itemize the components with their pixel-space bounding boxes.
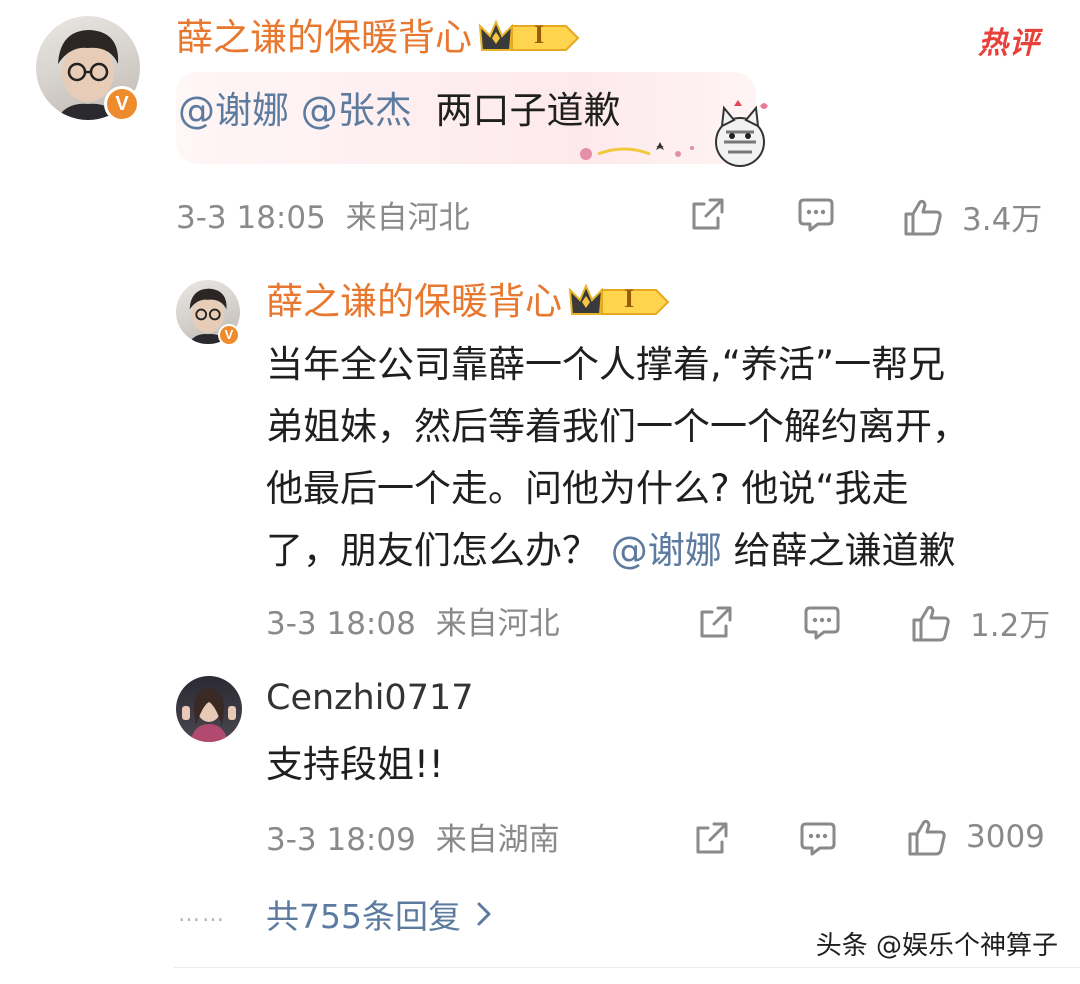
- avatar[interactable]: V: [176, 280, 240, 346]
- like-count: 1.2万: [970, 608, 1051, 644]
- reply-line: 弟姐妹，然后等着我们一个一个解约离开，: [266, 405, 969, 448]
- comment-time: 3-3 18:05: [176, 200, 326, 236]
- comment-button[interactable]: [798, 818, 838, 858]
- reply-line: 他最后一个走。问他为什么? 他说“我走: [266, 467, 909, 510]
- comment-location: 来自河北: [345, 200, 470, 236]
- thumbs-up-icon: [912, 605, 950, 641]
- fan-level-crown-icon: I: [564, 280, 672, 324]
- reply-text: 当年全公司靠薛一个人撑着,“养活”一帮兄 弟姐妹，然后等着我们一个一个解约离开，…: [266, 334, 1056, 582]
- divider: [174, 967, 1080, 968]
- comment-button[interactable]: [796, 194, 836, 234]
- comment-icon: [800, 822, 836, 856]
- reply-line-prefix: 了，朋友们怎么办？: [266, 529, 611, 572]
- like-button[interactable]: 3009: [906, 816, 1045, 858]
- username[interactable]: 薛之谦的保暖背心: [176, 16, 472, 60]
- share-button[interactable]: [692, 818, 732, 858]
- fan-level-text: I: [534, 20, 545, 49]
- reply-line: 了，朋友们怎么办？ @谢娜 给薛之谦道歉: [266, 520, 1056, 582]
- comment-icon: [798, 198, 834, 232]
- reply-meta: 3-3 18:08 来自河北: [266, 604, 560, 644]
- mention-link[interactable]: @谢娜: [178, 89, 289, 132]
- thumbs-up-icon: [904, 199, 942, 235]
- share-icon: [700, 606, 732, 638]
- view-all-replies-link[interactable]: 共755条回复: [266, 890, 493, 938]
- chevron-right-icon: [477, 902, 491, 926]
- share-button[interactable]: [696, 602, 736, 642]
- share-icon: [696, 822, 728, 854]
- more-dots: ……: [178, 902, 226, 927]
- comment-button[interactable]: [802, 602, 842, 642]
- like-button[interactable]: 3.4万: [902, 194, 1042, 239]
- verified-badge-icon: V: [104, 86, 140, 122]
- verified-badge-icon: V: [218, 324, 240, 346]
- share-button[interactable]: [688, 194, 728, 234]
- thumbs-up-icon: [908, 819, 946, 856]
- hot-comment-label: 热评: [978, 26, 1040, 61]
- reply-time: 3-3 18:08: [266, 606, 416, 642]
- share-icon: [692, 198, 724, 230]
- comment-meta: 3-3 18:05 来自河北: [176, 198, 470, 238]
- like-button[interactable]: 1.2万: [910, 600, 1050, 645]
- avatar[interactable]: [176, 676, 242, 742]
- comment-text: @谢娜 @张杰 两口子道歉: [178, 80, 621, 142]
- watermark: 头条 @娱乐个神算子: [815, 931, 1058, 961]
- mention-link[interactable]: @谢娜: [611, 529, 722, 572]
- cat-sticker-icon: [574, 92, 774, 172]
- reply-meta: 3-3 18:09 来自湖南: [266, 820, 560, 860]
- username[interactable]: Cenzhi0717: [266, 676, 474, 720]
- reply-line-suffix: 给薛之谦道歉: [721, 529, 956, 572]
- comment-icon: [804, 606, 840, 640]
- more-replies-label: 共755条回复: [266, 897, 461, 936]
- fan-level-text: I: [624, 284, 635, 313]
- username[interactable]: 薛之谦的保暖背心: [266, 280, 562, 324]
- reply-text: 支持段姐!!: [266, 743, 444, 786]
- fan-level-crown-icon: I: [474, 16, 582, 60]
- reply-location: 来自河北: [435, 606, 560, 642]
- reply-time: 3-3 18:09: [266, 822, 416, 858]
- reply-location: 来自湖南: [435, 822, 560, 858]
- like-count: 3.4万: [962, 202, 1043, 238]
- mention-link[interactable]: @张杰: [301, 89, 412, 132]
- reply-line: 当年全公司靠薛一个人撑着,“养活”一帮兄: [266, 343, 946, 386]
- avatar[interactable]: V: [36, 16, 140, 122]
- like-count: 3009: [966, 819, 1045, 855]
